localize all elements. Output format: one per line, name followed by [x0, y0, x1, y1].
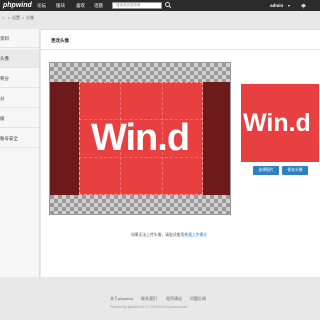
nav-item-forum[interactable]: 论坛: [37, 0, 46, 11]
sidebar-item-security[interactable]: 账号安全: [0, 129, 39, 148]
avatar-panel: 更改头像 Win.d Win.d 选择图片 保存头像 如果无法上传头像，请尝试使…: [41, 29, 320, 277]
footer-link-feedback[interactable]: 问题反馈: [190, 296, 206, 302]
sidebar-item-points[interactable]: 积分: [0, 69, 39, 88]
avatar-preview: Win.d: [241, 84, 319, 162]
breadcrumb-settings[interactable]: 设置: [12, 14, 20, 22]
sidebar-item-score[interactable]: 分: [0, 89, 39, 108]
sidebar-item-level[interactable]: 级: [0, 109, 39, 128]
sidebar-item-avatar[interactable]: 头像: [0, 49, 39, 68]
divider: [41, 49, 320, 50]
crop-mask-right: [203, 82, 230, 195]
home-icon[interactable]: ⌂: [2, 14, 4, 22]
powered-by: Powered by phpwind v9.0.1 ©2003-2015 php…: [110, 305, 188, 309]
settings-sidebar: 资料 头像 积分 分 级 账号安全: [0, 29, 40, 277]
user-menu[interactable]: admin: [270, 0, 283, 11]
search-icon[interactable]: [164, 1, 172, 9]
crop-image: Win.d: [50, 82, 230, 195]
footer-link-about[interactable]: 关于phpwind: [110, 296, 133, 302]
nav-item-topics[interactable]: 话题: [94, 0, 103, 11]
crop-selection-box[interactable]: [79, 82, 203, 195]
chevron-down-icon[interactable]: ▾: [288, 0, 290, 11]
save-avatar-button[interactable]: 保存头像: [282, 166, 308, 175]
search-input[interactable]: 搜索其实很简单: [112, 2, 162, 9]
bell-icon[interactable]: [300, 2, 307, 9]
select-image-button[interactable]: 选择图片: [253, 166, 279, 175]
sidebar-item-profile[interactable]: 资料: [0, 29, 39, 48]
breadcrumb-avatar: 头像: [26, 15, 34, 20]
normal-upload-link[interactable]: 普通上传模式: [184, 233, 207, 237]
nav-item-likes[interactable]: 喜欢: [76, 0, 85, 11]
upload-hint: 如果无法上传头像，请尝试使用普通上传模式: [131, 233, 207, 238]
upload-hint-text: 如果无法上传头像，请尝试使用: [131, 233, 185, 237]
footer-link-contact[interactable]: 联系我们: [141, 296, 157, 302]
preview-image-text: Win.d: [243, 109, 311, 137]
page-title: 更改头像: [51, 38, 69, 43]
nav-item-boards[interactable]: 版块: [56, 0, 65, 11]
site-logo[interactable]: phpwind: [3, 0, 32, 11]
footer-link-suggest[interactable]: 程序建议: [166, 296, 182, 302]
avatar-crop-area[interactable]: Win.d: [49, 62, 231, 215]
top-navbar: phpwind 论坛 版块 喜欢 话题 搜索其实很简单 admin ▾: [0, 0, 320, 11]
crop-mask-left: [50, 82, 79, 195]
